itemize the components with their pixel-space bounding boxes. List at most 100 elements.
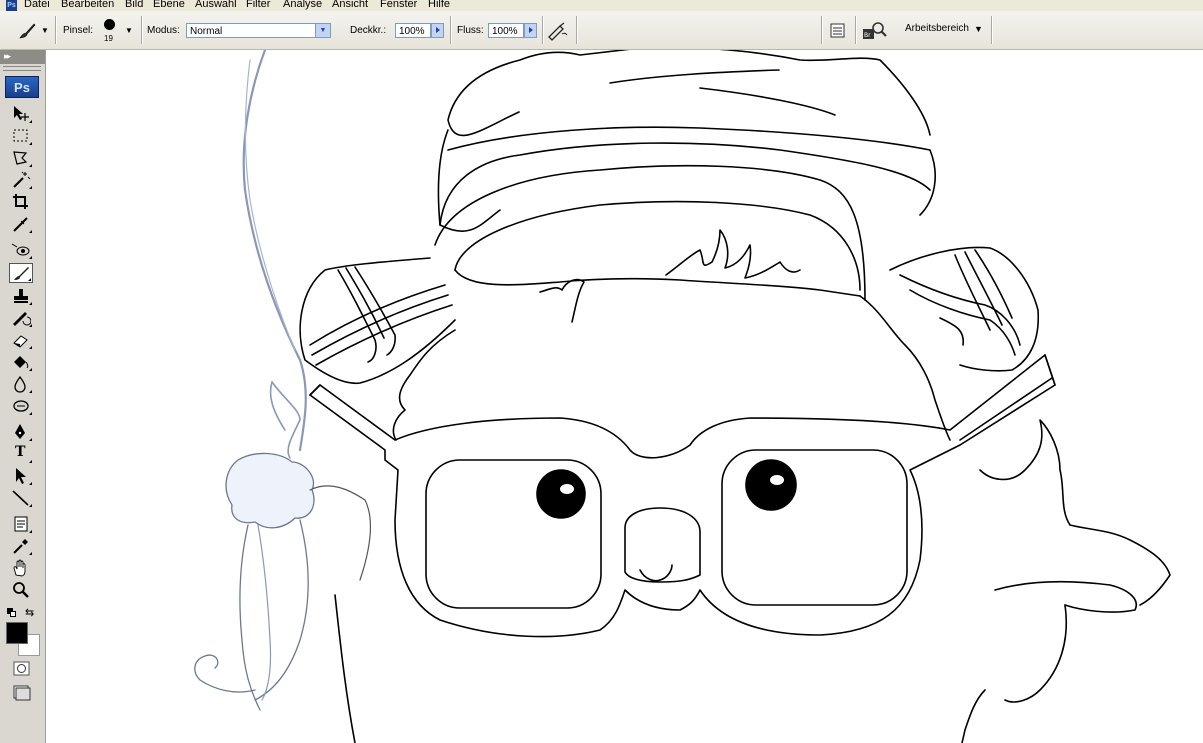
brush-tip-icon <box>104 19 115 30</box>
healing-brush-tool-icon <box>11 243 30 256</box>
expand-icon: ▸▸ <box>4 51 11 61</box>
ps-logo[interactable]: Ps <box>5 76 39 98</box>
chevron-down-icon: ▼ <box>125 26 133 35</box>
quick-mask-icon <box>13 661 30 676</box>
healing-brush-tool[interactable] <box>9 240 33 260</box>
document-canvas[interactable] <box>46 50 1203 743</box>
opacity-value: 100% <box>399 26 425 37</box>
menu-datei[interactable]: Datei <box>24 0 50 11</box>
menu-bar: Ps Datei Bearbeiten Bild Ebene Auswahl F… <box>0 0 1203 11</box>
paint-bucket-tool[interactable] <box>9 352 33 372</box>
marquee-tool-icon <box>13 129 28 142</box>
magic-wand-tool-icon <box>13 171 31 188</box>
chevron-down-icon: ▼ <box>41 26 49 35</box>
magic-wand-tool[interactable] <box>9 170 33 190</box>
notes-tool-icon <box>14 516 28 532</box>
move-tool[interactable] <box>9 104 33 124</box>
crop-tool[interactable] <box>9 192 33 212</box>
line-tool[interactable] <box>9 488 33 508</box>
dodge-tool-icon <box>13 400 29 412</box>
tool-preset-picker[interactable]: ▼ <box>14 20 52 42</box>
hand-tool-icon <box>13 559 26 577</box>
menu-ebene[interactable]: Ebene <box>153 0 185 11</box>
line-tool-icon <box>12 490 29 506</box>
default-colors-icon[interactable] <box>7 608 17 618</box>
options-bar: ▼ Pinsel: 19 ▼ Modus: Normal ▼ Deckkr.: … <box>0 11 1203 50</box>
pen-tool-icon <box>15 424 25 439</box>
bridge-search-icon: Br <box>863 22 887 39</box>
menu-filter[interactable]: Filter <box>246 0 270 11</box>
eraser-tool[interactable] <box>9 330 33 350</box>
flow-label: Fluss: <box>457 25 484 36</box>
quick-mask-toggle[interactable] <box>13 661 31 677</box>
eraser-tool-icon <box>13 335 28 348</box>
workspace-menu[interactable]: Arbeitsbereich ▼ <box>902 21 987 39</box>
menu-hilfe[interactable]: Hilfe <box>428 0 450 11</box>
brush-tool[interactable] <box>9 263 33 283</box>
airbrush-icon <box>548 22 568 41</box>
color-swatches <box>6 622 40 656</box>
text-tool[interactable]: T <box>9 444 33 464</box>
brush-size: 19 <box>104 34 113 43</box>
pen-tool[interactable] <box>9 422 33 442</box>
palette-well-icon <box>830 23 845 38</box>
palette-well-button[interactable] <box>829 22 847 40</box>
line-art-drawing <box>194 50 1171 743</box>
slice-tool-icon <box>13 217 28 232</box>
lasso-tool[interactable] <box>9 148 33 168</box>
brush-preset-icon <box>19 23 36 39</box>
chevron-down-icon: ▼ <box>974 24 983 34</box>
menu-auswahl[interactable]: Auswahl <box>195 0 237 11</box>
clone-stamp-tool-icon <box>14 289 28 303</box>
brush-picker[interactable]: 19 ▼ <box>100 17 134 45</box>
bridge-button[interactable]: Br <box>862 21 888 41</box>
opacity-slider-button[interactable] <box>431 23 444 38</box>
menu-bild[interactable]: Bild <box>125 0 143 11</box>
flow-input[interactable]: 100% <box>488 23 524 38</box>
svg-text:Br: Br <box>864 32 871 39</box>
workspace-label: Arbeitsbereich <box>905 23 969 34</box>
airbrush-toggle[interactable] <box>546 20 570 42</box>
mode-select[interactable]: Normal ▼ <box>186 23 331 38</box>
menu-fenster[interactable]: Fenster <box>380 0 417 11</box>
zoom-tool[interactable] <box>9 580 33 600</box>
blur-tool-icon <box>14 375 26 393</box>
menu-bearbeiten[interactable]: Bearbeiten <box>61 0 114 11</box>
eyedropper-tool[interactable] <box>9 536 33 556</box>
menu-analyse[interactable]: Analyse <box>283 0 322 11</box>
slice-tool[interactable] <box>9 214 33 234</box>
history-brush-tool-icon <box>13 312 31 326</box>
mode-value: Normal <box>190 26 223 37</box>
eyedropper-tool-icon <box>13 539 28 554</box>
marquee-tool[interactable] <box>9 126 33 146</box>
history-brush-tool[interactable] <box>9 308 33 328</box>
clone-stamp-tool[interactable] <box>9 286 33 306</box>
menu-ansicht[interactable]: Ansicht <box>332 0 368 11</box>
opacity-input[interactable]: 100% <box>395 23 431 38</box>
path-selection-tool[interactable] <box>9 466 33 486</box>
crop-tool-icon <box>13 194 28 209</box>
flow-slider-button[interactable] <box>524 23 537 38</box>
toolbox-header[interactable]: ▸▸ <box>0 50 45 64</box>
lasso-tool-icon <box>13 151 28 165</box>
toolbox-grip[interactable] <box>3 66 41 71</box>
screen-mode-toggle[interactable] <box>13 685 33 701</box>
zoom-tool-icon <box>13 582 29 598</box>
blur-tool[interactable] <box>9 374 33 394</box>
app-icon: Ps <box>6 0 17 11</box>
brush-label: Pinsel: <box>63 25 94 36</box>
mode-label: Modus: <box>147 25 180 36</box>
screen-mode-icon <box>13 685 31 701</box>
notes-tool[interactable] <box>9 514 33 534</box>
path-selection-tool-icon <box>16 468 26 484</box>
opacity-label: Deckkr.: <box>350 25 387 36</box>
dodge-tool[interactable] <box>9 396 33 416</box>
swap-colors-icon[interactable]: ⇆ <box>25 606 34 619</box>
toolbox-panel: ▸▸ Ps T ⇆ <box>0 50 46 743</box>
move-tool-icon <box>14 106 29 121</box>
hand-tool[interactable] <box>9 558 33 578</box>
flow-value: 100% <box>492 26 518 37</box>
text-tool-icon: T <box>15 444 26 460</box>
chevron-down-icon: ▼ <box>315 24 330 37</box>
foreground-color-swatch[interactable] <box>6 622 28 644</box>
